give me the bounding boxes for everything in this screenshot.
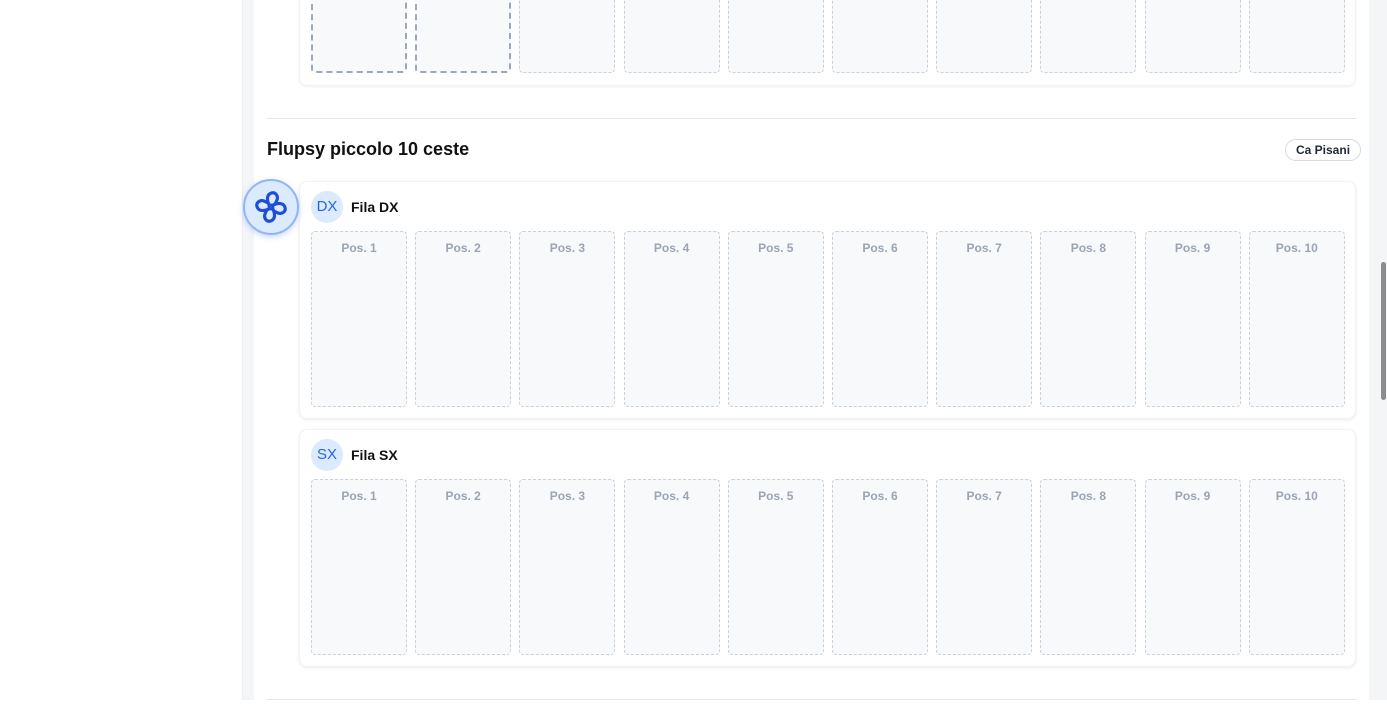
basket-slot[interactable]: Pos. 2 — [415, 231, 512, 407]
basket-slot[interactable]: Pos. 3 — [519, 231, 616, 407]
flupsy-title: Flupsy piccolo 10 ceste — [267, 139, 470, 159]
basket-position-label: Pos. 6 — [862, 241, 898, 255]
sidebar — [0, 0, 243, 700]
fan-icon — [255, 191, 287, 223]
basket-slot[interactable]: Pos. 7 — [936, 231, 1033, 407]
basket-position-label: Pos. 8 — [1070, 489, 1107, 503]
basket-slot[interactable]: Pos. 1 — [311, 231, 407, 407]
basket-position-label: Pos. 3 — [549, 241, 586, 255]
basket-slot[interactable]: Pos. 5 — [727, 231, 824, 407]
basket-slot[interactable]: Pos. 9 — [1144, 479, 1241, 655]
basket-slot[interactable] — [727, 0, 824, 73]
basket-position-label: Pos. 1 — [341, 489, 377, 503]
basket-position-label: Pos. 8 — [1070, 241, 1107, 255]
basket-position-label: Pos. 7 — [966, 489, 1002, 503]
basket-slot[interactable]: Pos. 6 — [832, 479, 928, 655]
fan-button[interactable] — [243, 179, 299, 235]
basket-slot[interactable] — [936, 0, 1033, 73]
row-badge-sx: SX — [311, 439, 343, 471]
basket-slot[interactable]: Pos. 3 — [519, 479, 616, 655]
basket-slot[interactable]: Pos. 4 — [623, 479, 720, 655]
location-badge: Ca Pisani — [1285, 139, 1362, 161]
basket-slot[interactable]: Pos. 10 — [1248, 479, 1345, 655]
scrollbar-thumb[interactable] — [1381, 262, 1386, 400]
basket-position-label: Pos. 10 — [1275, 241, 1318, 255]
basket-slot[interactable]: Pos. 4 — [623, 231, 720, 407]
basket-position-label: Pos. 1 — [341, 241, 377, 255]
section-divider — [267, 118, 1356, 119]
row-name-sx: Fila SX — [351, 447, 398, 463]
basket-slot[interactable]: Pos. 10 — [1248, 231, 1345, 407]
basket-position-label: Pos. 2 — [445, 241, 481, 255]
row-name-dx: Fila DX — [351, 199, 399, 215]
basket-slot[interactable] — [519, 0, 616, 73]
basket-slot[interactable]: Pos. 8 — [1040, 479, 1137, 655]
basket-slot[interactable] — [1040, 0, 1137, 73]
basket-slot[interactable] — [415, 0, 512, 73]
basket-slot[interactable]: Pos. 5 — [727, 479, 824, 655]
basket-slot[interactable]: Pos. 2 — [415, 479, 512, 655]
basket-slot[interactable]: Pos. 7 — [936, 479, 1033, 655]
basket-position-label: Pos. 9 — [1174, 241, 1211, 255]
basket-position-label: Pos. 7 — [966, 241, 1002, 255]
basket-position-label: Pos. 5 — [758, 489, 794, 503]
basket-position-label: Pos. 4 — [653, 241, 690, 255]
basket-slot[interactable]: Pos. 1 — [311, 479, 407, 655]
basket-slot[interactable]: Pos. 9 — [1144, 231, 1241, 407]
scrollbar[interactable] — [1379, 0, 1387, 700]
basket-position-label: Pos. 9 — [1174, 489, 1211, 503]
basket-position-label: Pos. 5 — [758, 241, 794, 255]
basket-position-label: Pos. 4 — [653, 489, 690, 503]
basket-slot[interactable]: Pos. 6 — [832, 231, 928, 407]
basket-slot[interactable] — [311, 0, 407, 73]
basket-slot[interactable] — [832, 0, 928, 73]
row-badge-dx: DX — [311, 191, 343, 223]
basket-position-label: Pos. 6 — [862, 489, 898, 503]
basket-slot[interactable] — [623, 0, 720, 73]
basket-position-label: Pos. 10 — [1275, 489, 1318, 503]
basket-position-label: Pos. 2 — [445, 489, 481, 503]
basket-position-label: Pos. 3 — [549, 489, 586, 503]
basket-slot[interactable] — [1248, 0, 1345, 73]
basket-slot[interactable]: Pos. 8 — [1040, 231, 1137, 407]
basket-slot[interactable] — [1144, 0, 1241, 73]
